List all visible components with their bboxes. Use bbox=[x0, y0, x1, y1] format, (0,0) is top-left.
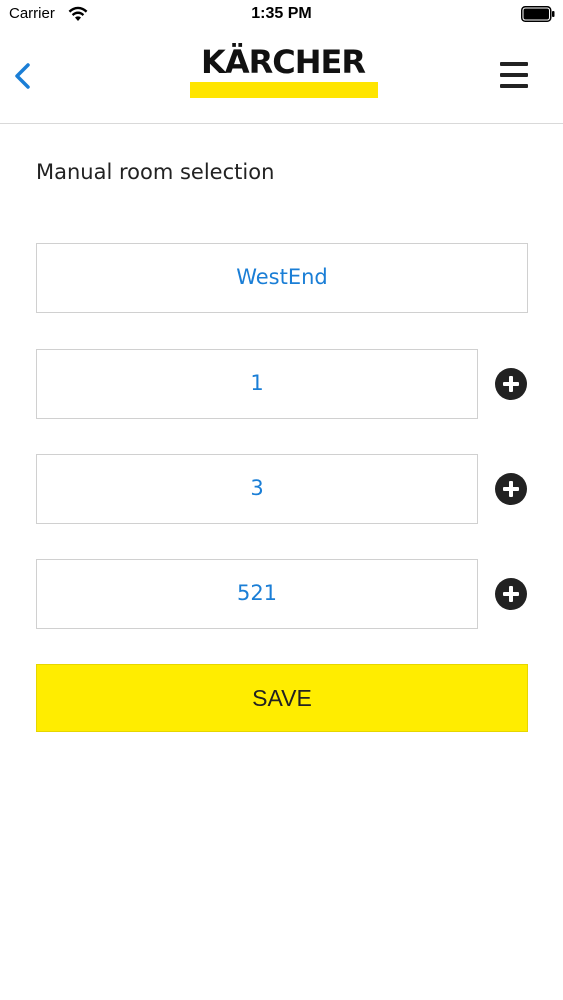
status-bar: Carrier 1:35 PM bbox=[0, 0, 563, 30]
navigation-bar: KÄRCHER bbox=[0, 30, 563, 124]
add-floor-button[interactable] bbox=[495, 368, 527, 400]
back-button[interactable] bbox=[8, 56, 38, 96]
logo-yellow-bar bbox=[190, 82, 378, 98]
floor-field[interactable]: 1 bbox=[36, 349, 478, 419]
clock-label: 1:35 PM bbox=[251, 5, 312, 22]
room-field[interactable]: 521 bbox=[36, 559, 478, 629]
page-title: Manual room selection bbox=[36, 160, 275, 184]
chevron-left-icon bbox=[15, 63, 30, 89]
karcher-logo: KÄRCHER bbox=[188, 44, 378, 100]
section-field[interactable]: 3 bbox=[36, 454, 478, 524]
hamburger-menu-icon bbox=[500, 62, 528, 66]
save-button[interactable]: SAVE bbox=[36, 664, 528, 732]
logo-text: KÄRCHER bbox=[201, 43, 366, 81]
battery-icon bbox=[521, 6, 555, 22]
building-field[interactable]: WestEnd bbox=[36, 243, 528, 313]
add-room-button[interactable] bbox=[495, 578, 527, 610]
add-section-button[interactable] bbox=[495, 473, 527, 505]
menu-button[interactable] bbox=[496, 58, 532, 92]
